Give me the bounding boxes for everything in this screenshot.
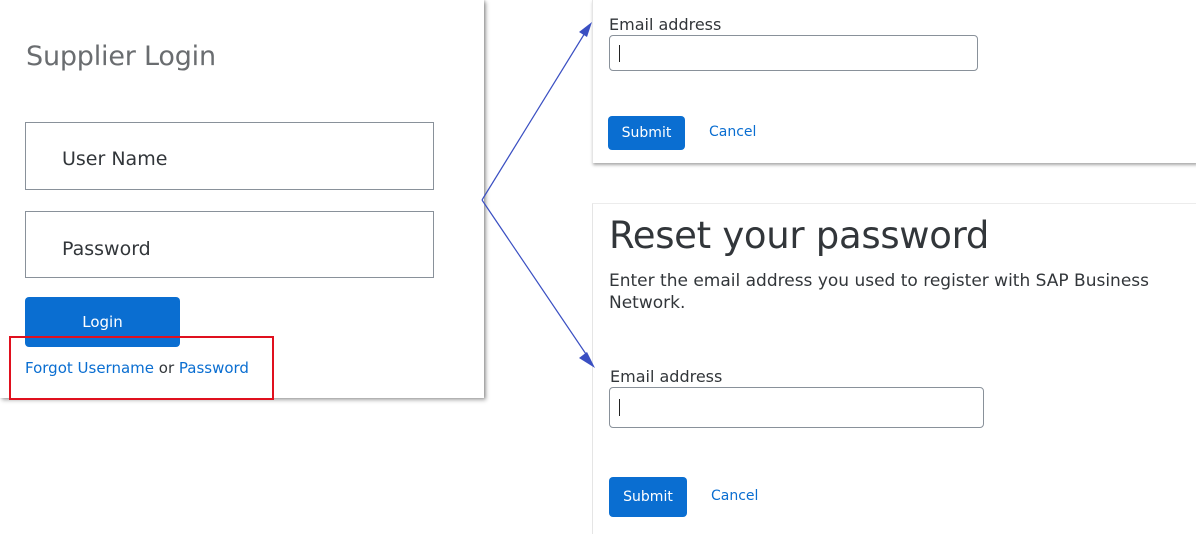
annotation-arrow-down-icon [481,199,595,368]
annotation-arrow-up-icon [481,22,592,201]
annotation-arrows [481,22,595,368]
